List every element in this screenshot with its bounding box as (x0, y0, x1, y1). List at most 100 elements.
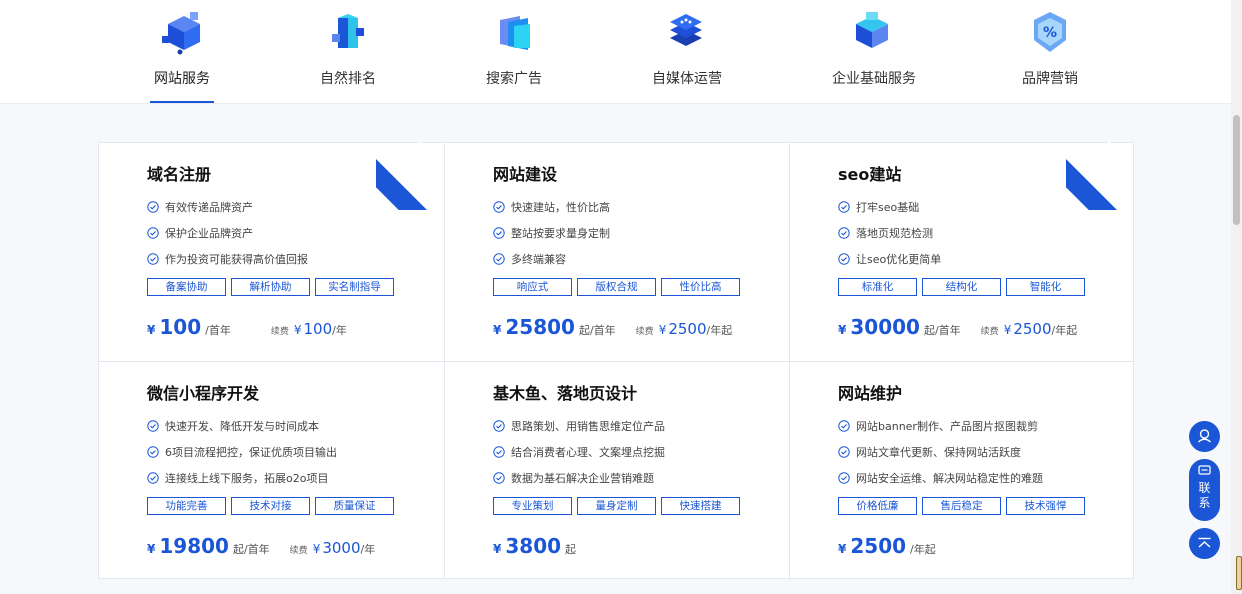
feature-item: 连接线上线下服务，拓展o2o项目 (147, 470, 328, 486)
tab-label: 自然排名 (320, 71, 376, 87)
check-circle-icon (838, 446, 850, 458)
price-unit: 起 (565, 543, 577, 556)
currency-symbol: ¥ (838, 323, 847, 337)
back-to-top-button[interactable] (1189, 528, 1220, 559)
price-row: ¥ 19800 起/首年 续费 ¥ 3000 /年 (147, 534, 375, 558)
tag-button[interactable]: 标准化 (838, 278, 917, 296)
check-circle-icon (493, 201, 505, 213)
feature-item: 打牢seo基础 (838, 199, 919, 215)
tag-button[interactable]: 售后稳定 (922, 497, 1001, 515)
tag-row: 专业策划 量身定制 快速搭建 (493, 497, 740, 515)
tab-search-ads[interactable]: 搜索广告 (486, 0, 542, 104)
tag-button[interactable]: 性价比高 (661, 278, 740, 296)
tab-enterprise-basic[interactable]: 企业基础服务 (832, 0, 916, 104)
feature-item: 有效传递品牌资产 (147, 199, 253, 215)
page-scrollbar[interactable] (1231, 0, 1242, 594)
service-tab-bar: 网站服务 自然排名 搜索广告 自媒体运营 企业基础服务 % 品牌营销 (0, 0, 1231, 104)
renew-currency: ¥ (658, 323, 667, 337)
tag-button[interactable]: 功能完善 (147, 497, 226, 515)
renew-amount: 3000 (322, 539, 361, 557)
check-circle-icon (838, 253, 850, 265)
hot-label: HOT (1102, 139, 1129, 166)
check-circle-icon (147, 253, 159, 265)
svg-text:%: % (1043, 25, 1057, 41)
tag-button[interactable]: 结构化 (922, 278, 1001, 296)
price-amount: 25800 (505, 315, 575, 339)
tag-button[interactable]: 快速搭建 (661, 497, 740, 515)
price-unit: /首年 (205, 324, 231, 337)
tag-button[interactable]: 实名制指导 (315, 278, 394, 296)
tag-button[interactable]: 技术对接 (231, 497, 310, 515)
tag-row: 标准化 结构化 智能化 (838, 278, 1085, 296)
tag-button[interactable]: 智能化 (1006, 278, 1085, 296)
service-card-grid: 域名注册 有效传递品牌资产 保护企业品牌资产 作为投资可能获得高价值回报 备案协… (98, 139, 1136, 579)
check-circle-icon (147, 420, 159, 432)
check-circle-icon (838, 420, 850, 432)
service-card-maintenance[interactable]: 网站维护 网站banner制作、产品图片抠图裁剪 网站文章代更新、保持网站活跃度… (789, 361, 1134, 579)
tag-button[interactable]: 价格低廉 (838, 497, 917, 515)
tag-button[interactable]: 响应式 (493, 278, 572, 296)
feature-item: 网站banner制作、产品图片抠图裁剪 (838, 418, 1038, 434)
renew-amount: 2500 (668, 320, 707, 338)
tab-website-service[interactable]: 网站服务 (150, 0, 214, 104)
ranking-blocks-icon (332, 14, 364, 48)
service-card-landing-page[interactable]: 基木鱼、落地页设计 思路策划、用销售思维定位产品 结合消费者心理、文案埋点挖掘 … (444, 361, 789, 579)
renew-currency: ¥ (312, 542, 321, 556)
check-circle-icon (493, 446, 505, 458)
tag-button[interactable]: 技术强悍 (1006, 497, 1085, 515)
service-card-mini-program[interactable]: 微信小程序开发 快速开发、降低开发与时间成本 6项目流程把控，保证优质项目输出 … (99, 361, 444, 579)
renew-currency: ¥ (1003, 323, 1012, 337)
tab-label: 自媒体运营 (652, 71, 722, 87)
card-title: 域名注册 (147, 165, 212, 184)
feature-item: 保护企业品牌资产 (147, 225, 253, 241)
price-unit: 起/首年 (923, 324, 961, 337)
price-amount: 100 (159, 315, 202, 339)
currency-symbol: ¥ (493, 542, 502, 556)
renew-label: 续费 (980, 327, 999, 337)
tag-button[interactable]: 专业策划 (493, 497, 572, 515)
cube-stack-icon (162, 12, 200, 55)
feature-item: 思路策划、用销售思维定位产品 (493, 418, 665, 434)
media-layers-icon (670, 14, 702, 46)
feature-item: 快速开发、降低开发与时间成本 (147, 418, 319, 434)
tag-button[interactable]: 质量保证 (315, 497, 394, 515)
tag-row: 价格低廉 售后稳定 技术强悍 (838, 497, 1085, 515)
renew-unit: /年起 (1051, 324, 1078, 337)
check-circle-icon (147, 472, 159, 484)
renew-amount: 100 (303, 320, 333, 338)
customer-service-button[interactable] (1189, 421, 1220, 452)
tab-label: 网站服务 (154, 71, 210, 87)
price-row: ¥ 100 /首年 续费 ¥ 100 /年 (147, 315, 347, 339)
check-circle-icon (838, 472, 850, 484)
check-circle-icon (838, 201, 850, 213)
enterprise-cube-icon (856, 12, 888, 48)
contact-label-2: 系 (1198, 496, 1211, 510)
renew-label: 续费 (270, 327, 289, 337)
tag-button[interactable]: 备案协助 (147, 278, 226, 296)
feature-item: 6项目流程把控，保证优质项目输出 (147, 444, 337, 460)
tag-button[interactable]: 版权合规 (577, 278, 656, 296)
currency-symbol: ¥ (838, 542, 847, 556)
tab-brand-marketing[interactable]: % 品牌营销 (1022, 0, 1078, 104)
scrollbar-thumb[interactable] (1233, 115, 1240, 225)
percent-badge-icon: % (1034, 12, 1066, 52)
tab-label: 企业基础服务 (832, 71, 916, 87)
ad-layers-icon (500, 16, 530, 50)
feature-item: 网站文章代更新、保持网站活跃度 (838, 444, 1021, 460)
tag-button[interactable]: 解析协助 (231, 278, 310, 296)
tab-self-media[interactable]: 自媒体运营 (652, 0, 722, 104)
contact-button[interactable]: 联 系 (1189, 459, 1220, 521)
renew-label: 续费 (635, 327, 654, 337)
tab-natural-ranking[interactable]: 自然排名 (318, 0, 378, 104)
card-title: 网站维护 (838, 384, 903, 403)
resize-grip-icon[interactable] (1236, 556, 1242, 590)
feature-item: 网站安全运维、解决网站稳定性的难题 (838, 470, 1043, 486)
service-card-website-build[interactable]: 网站建设 快速建站，性价比高 整站按要求量身定制 多终端兼容 响应式 版权合规 … (444, 143, 789, 361)
feature-item: 让seo优化更简单 (838, 251, 941, 267)
feature-item: 多终端兼容 (493, 251, 566, 267)
renew-unit: /年起 (706, 324, 733, 337)
check-circle-icon (493, 420, 505, 432)
currency-symbol: ¥ (147, 542, 156, 556)
tag-button[interactable]: 量身定制 (577, 497, 656, 515)
hot-ribbon: HOT (376, 136, 450, 210)
